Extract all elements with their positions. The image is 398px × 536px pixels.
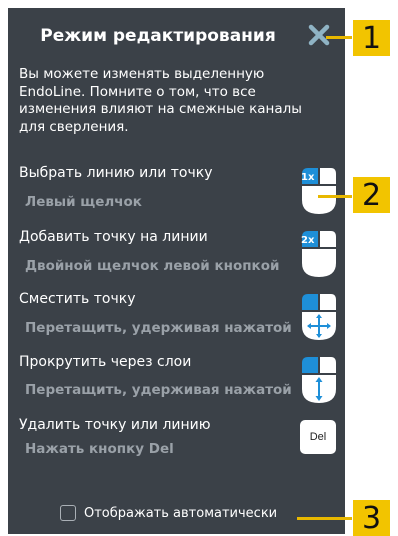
action-add-point-hint: Двойной щелчок левой кнопкой xyxy=(25,258,280,274)
callout-1-line xyxy=(326,36,352,39)
action-delete-hint: Нажать кнопку Del xyxy=(25,441,174,457)
auto-show-checkbox[interactable] xyxy=(60,505,76,521)
auto-show-option[interactable]: Отображать автоматически xyxy=(60,505,277,521)
mouse-drag-scroll-icon xyxy=(302,357,336,403)
action-select-label: Выбрать линию или точку xyxy=(19,165,213,181)
action-scroll-layers-label: Прокрутить через слои xyxy=(19,354,192,370)
auto-show-label: Отображать автоматически xyxy=(84,505,278,521)
action-delete-label: Удалить точку или линию xyxy=(19,417,211,433)
delete-key-icon: Del xyxy=(300,420,336,454)
intro-text: Вы можете изменять выделенную EndoLine. … xyxy=(19,66,302,135)
edit-mode-panel: Режим редактирования Вы можете изменять … xyxy=(8,8,345,534)
callout-3-line xyxy=(297,517,352,520)
action-scroll-layers-hint: Перетащить, удерживая нажатой xyxy=(25,382,292,398)
callout-2-badge: 2 xyxy=(353,177,390,213)
action-select-hint: Левый щелчок xyxy=(25,194,142,210)
mouse-double-click-icon: 2x xyxy=(301,231,336,277)
callout-2-line xyxy=(318,195,352,198)
close-icon[interactable] xyxy=(308,24,330,46)
action-move-point-hint: Перетащить, удерживая нажатой xyxy=(25,320,292,336)
action-move-point-label: Сместить точку xyxy=(19,291,136,307)
panel-title: Режим редактирования xyxy=(40,26,276,46)
mouse-drag-move-icon xyxy=(302,294,336,340)
action-add-point-label: Добавить точку на линии xyxy=(19,229,208,245)
callout-1-badge: 1 xyxy=(353,20,390,56)
click-count-badge: 2x xyxy=(301,235,315,246)
callout-3-badge: 3 xyxy=(353,500,390,536)
mouse-left-click-icon: 1x xyxy=(301,168,336,214)
click-count-badge: 1x xyxy=(301,172,315,183)
